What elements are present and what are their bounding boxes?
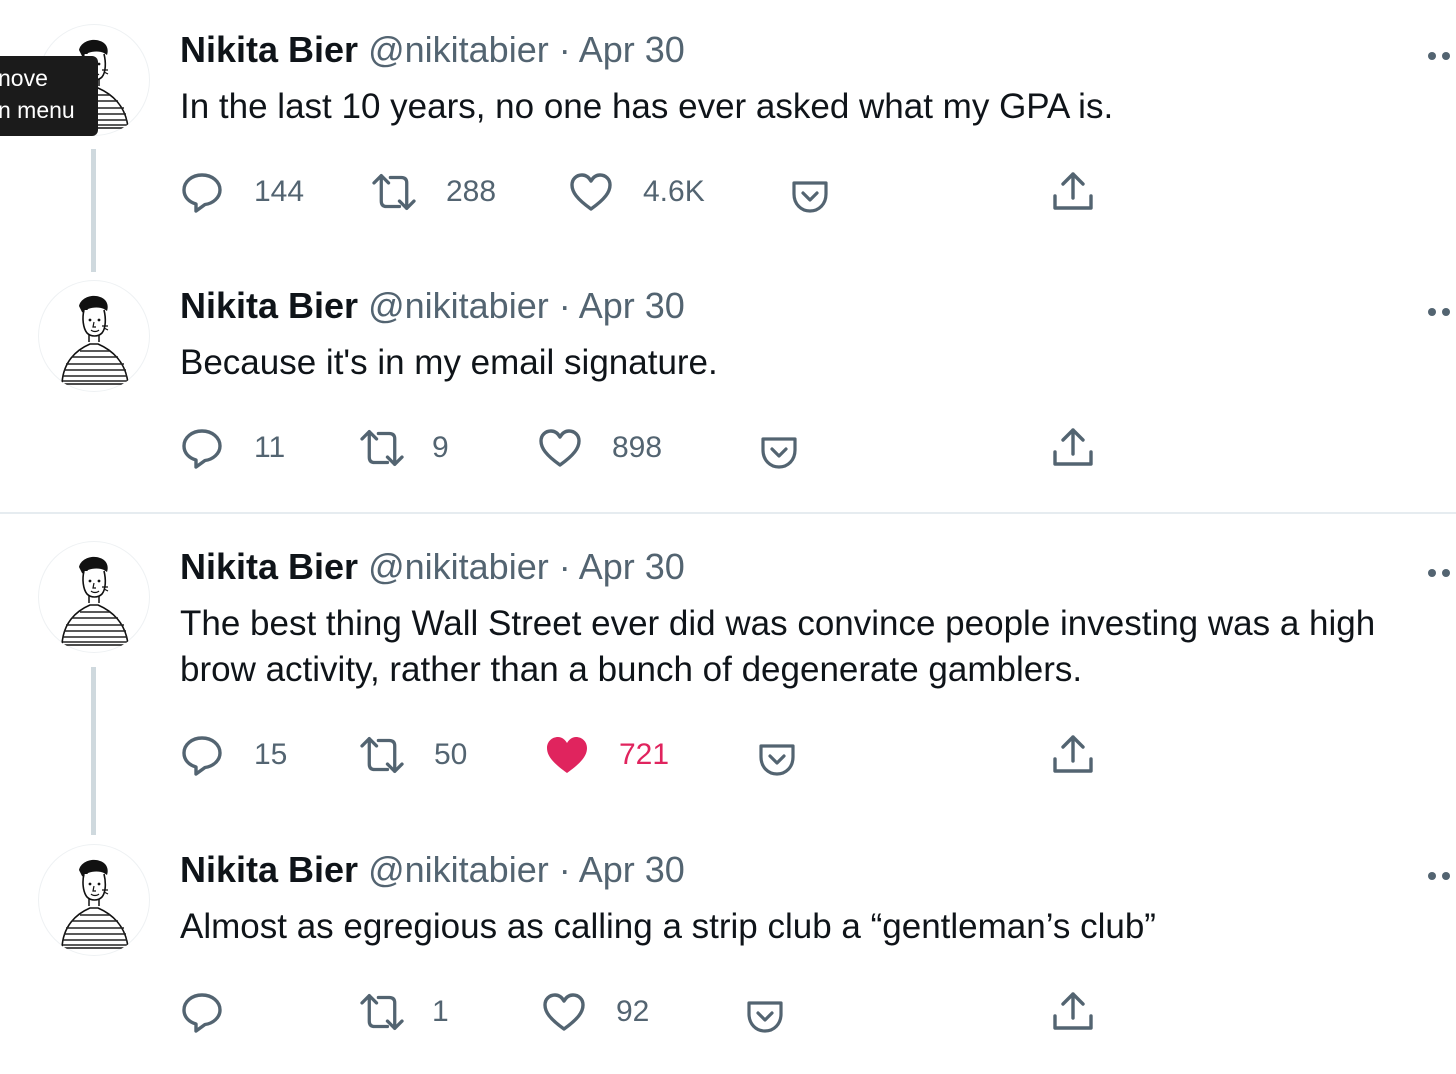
author-name[interactable]: Nikita Bier (180, 546, 358, 587)
reply-button[interactable] (180, 990, 254, 1034)
avatar[interactable] (38, 280, 150, 392)
retweet-button[interactable]: 50 (358, 733, 467, 777)
heart-icon (542, 992, 586, 1032)
share-upload-icon (1051, 426, 1095, 470)
retweet-arrows-icon (358, 735, 406, 775)
speech-bubble-icon (180, 733, 224, 777)
tooltip-line-1: nove (0, 65, 48, 91)
retweet-arrows-icon (370, 172, 418, 212)
share-button[interactable] (1051, 990, 1095, 1034)
tweet-text: Because it's in my email signature. (180, 343, 718, 382)
author-name[interactable]: Nikita Bier (180, 29, 358, 70)
tooltip-line-2: n menu (0, 97, 75, 123)
avatar[interactable] (38, 541, 150, 653)
pocket-save-icon (790, 178, 830, 214)
reply-button[interactable]: 11 (180, 426, 285, 470)
avatar[interactable] (38, 844, 150, 956)
author-name[interactable]: Nikita Bier (180, 285, 358, 326)
separator: · (558, 285, 571, 326)
tweet-header: Nikita Bier @nikitabier · Apr 30 (180, 282, 685, 330)
retweet-button[interactable]: 9 (358, 426, 449, 470)
pocket-save-icon (757, 741, 797, 777)
heart-filled-icon (545, 735, 589, 775)
tweet-text: Almost as egregious as calling a strip c… (180, 907, 1156, 946)
separator: · (558, 29, 571, 70)
reply-count: 15 (254, 738, 288, 771)
reply-button[interactable]: 15 (180, 733, 287, 777)
speech-bubble-icon (180, 990, 224, 1034)
share-button[interactable] (1051, 733, 1095, 777)
separator: · (558, 849, 571, 890)
speech-bubble-icon (180, 170, 224, 214)
save-to-pocket-button[interactable] (745, 994, 785, 1038)
save-to-pocket-button[interactable] (759, 430, 799, 474)
share-button[interactable] (1051, 426, 1095, 470)
retweet-arrows-icon (358, 428, 406, 468)
like-button[interactable]: 4.6K (569, 170, 705, 214)
reply-count: 144 (254, 175, 305, 208)
heart-icon (569, 172, 613, 212)
retweet-arrows-icon (358, 992, 406, 1032)
separator: · (558, 546, 571, 587)
retweet-count: 1 (432, 995, 449, 1028)
tweet-date[interactable]: Apr 30 (579, 29, 685, 70)
pocket-save-icon (759, 434, 799, 470)
retweet-count: 50 (434, 738, 468, 771)
thread-divider (0, 512, 1456, 514)
tweet-date[interactable]: Apr 30 (579, 849, 685, 890)
menu-tooltip: nove n menu (0, 56, 98, 136)
more-dots-icon[interactable] (1428, 302, 1456, 322)
author-handle[interactable]: @nikitabier (368, 29, 549, 70)
like-button[interactable]: 92 (542, 990, 649, 1034)
thread-line (91, 667, 96, 835)
tweet-text: In the last 10 years, no one has ever as… (180, 87, 1114, 126)
tweet-date[interactable]: Apr 30 (579, 285, 685, 326)
retweet-count: 9 (432, 431, 449, 464)
author-handle[interactable]: @nikitabier (368, 849, 549, 890)
more-dots-icon[interactable] (1428, 866, 1456, 886)
save-to-pocket-button[interactable] (790, 174, 830, 218)
author-name[interactable]: Nikita Bier (180, 849, 358, 890)
more-dots-icon[interactable] (1428, 563, 1456, 583)
share-upload-icon (1051, 990, 1095, 1034)
like-count: 92 (616, 995, 650, 1028)
more-dots-icon[interactable] (1428, 46, 1456, 66)
tweet-header: Nikita Bier @nikitabier · Apr 30 (180, 846, 685, 894)
tweet[interactable]: Nikita Bier @nikitabier · Apr 30 In the … (0, 24, 1456, 274)
share-upload-icon (1051, 733, 1095, 777)
tweet[interactable]: Nikita Bier @nikitabier · Apr 30 Almost … (0, 844, 1456, 1074)
retweet-button[interactable]: 288 (370, 170, 496, 214)
tweet[interactable]: Nikita Bier @nikitabier · Apr 30 The bes… (0, 541, 1456, 841)
share-upload-icon (1051, 170, 1095, 214)
tweet-header: Nikita Bier @nikitabier · Apr 30 (180, 543, 685, 591)
like-button[interactable]: 721 (545, 733, 669, 777)
tweet-date[interactable]: Apr 30 (579, 546, 685, 587)
save-to-pocket-button[interactable] (757, 737, 797, 781)
share-button[interactable] (1051, 170, 1095, 214)
like-count: 898 (612, 431, 663, 464)
like-count: 4.6K (643, 175, 705, 208)
retweet-count: 288 (446, 175, 497, 208)
thread-line (91, 149, 96, 272)
reply-button[interactable]: 144 (180, 170, 304, 214)
heart-icon (538, 428, 582, 468)
author-handle[interactable]: @nikitabier (368, 285, 549, 326)
pocket-save-icon (745, 998, 785, 1034)
reply-count: 11 (254, 431, 286, 464)
tweet-header: Nikita Bier @nikitabier · Apr 30 (180, 26, 685, 74)
speech-bubble-icon (180, 426, 224, 470)
like-button[interactable]: 898 (538, 426, 662, 470)
retweet-button[interactable]: 1 (358, 990, 449, 1034)
author-handle[interactable]: @nikitabier (368, 546, 549, 587)
tweet-text: The best thing Wall Street ever did was … (180, 604, 1376, 689)
like-count: 721 (619, 738, 670, 771)
tweet[interactable]: Nikita Bier @nikitabier · Apr 30 Because… (0, 280, 1456, 510)
